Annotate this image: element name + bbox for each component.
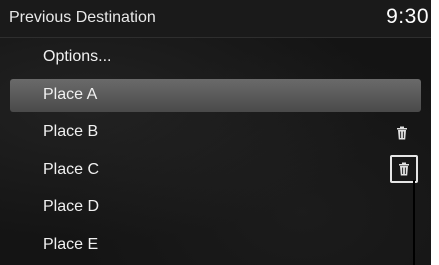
- list-item-place-a[interactable]: Place A: [0, 77, 431, 115]
- list-item-place-e[interactable]: Place E: [0, 227, 431, 265]
- title-bar: Previous Destination 9:30: [0, 0, 431, 38]
- callout-line: [413, 180, 415, 265]
- navigation-screen: Previous Destination 9:30 Options... Pla…: [0, 0, 431, 265]
- destination-list: Options... Place A Place B Place C Place…: [0, 39, 431, 264]
- list-item-place-b[interactable]: Place B: [0, 114, 431, 152]
- list-item-label: Place D: [43, 198, 100, 215]
- list-item-place-c[interactable]: Place C: [0, 152, 431, 190]
- list-item-label: Options...: [43, 48, 112, 65]
- list-item-label: Place C: [43, 160, 100, 178]
- list-item-label: Place E: [43, 235, 99, 253]
- list-item-label: Place A: [43, 85, 98, 103]
- trash-icon[interactable]: [390, 154, 418, 183]
- list-item-options[interactable]: Options...: [0, 39, 431, 77]
- list-item-place-d[interactable]: Place D: [0, 189, 431, 227]
- list-item-label: Place B: [43, 123, 99, 140]
- page-title: Previous Destination: [9, 9, 156, 26]
- clock: 9:30: [386, 5, 429, 28]
- trash-icon[interactable]: [391, 122, 413, 144]
